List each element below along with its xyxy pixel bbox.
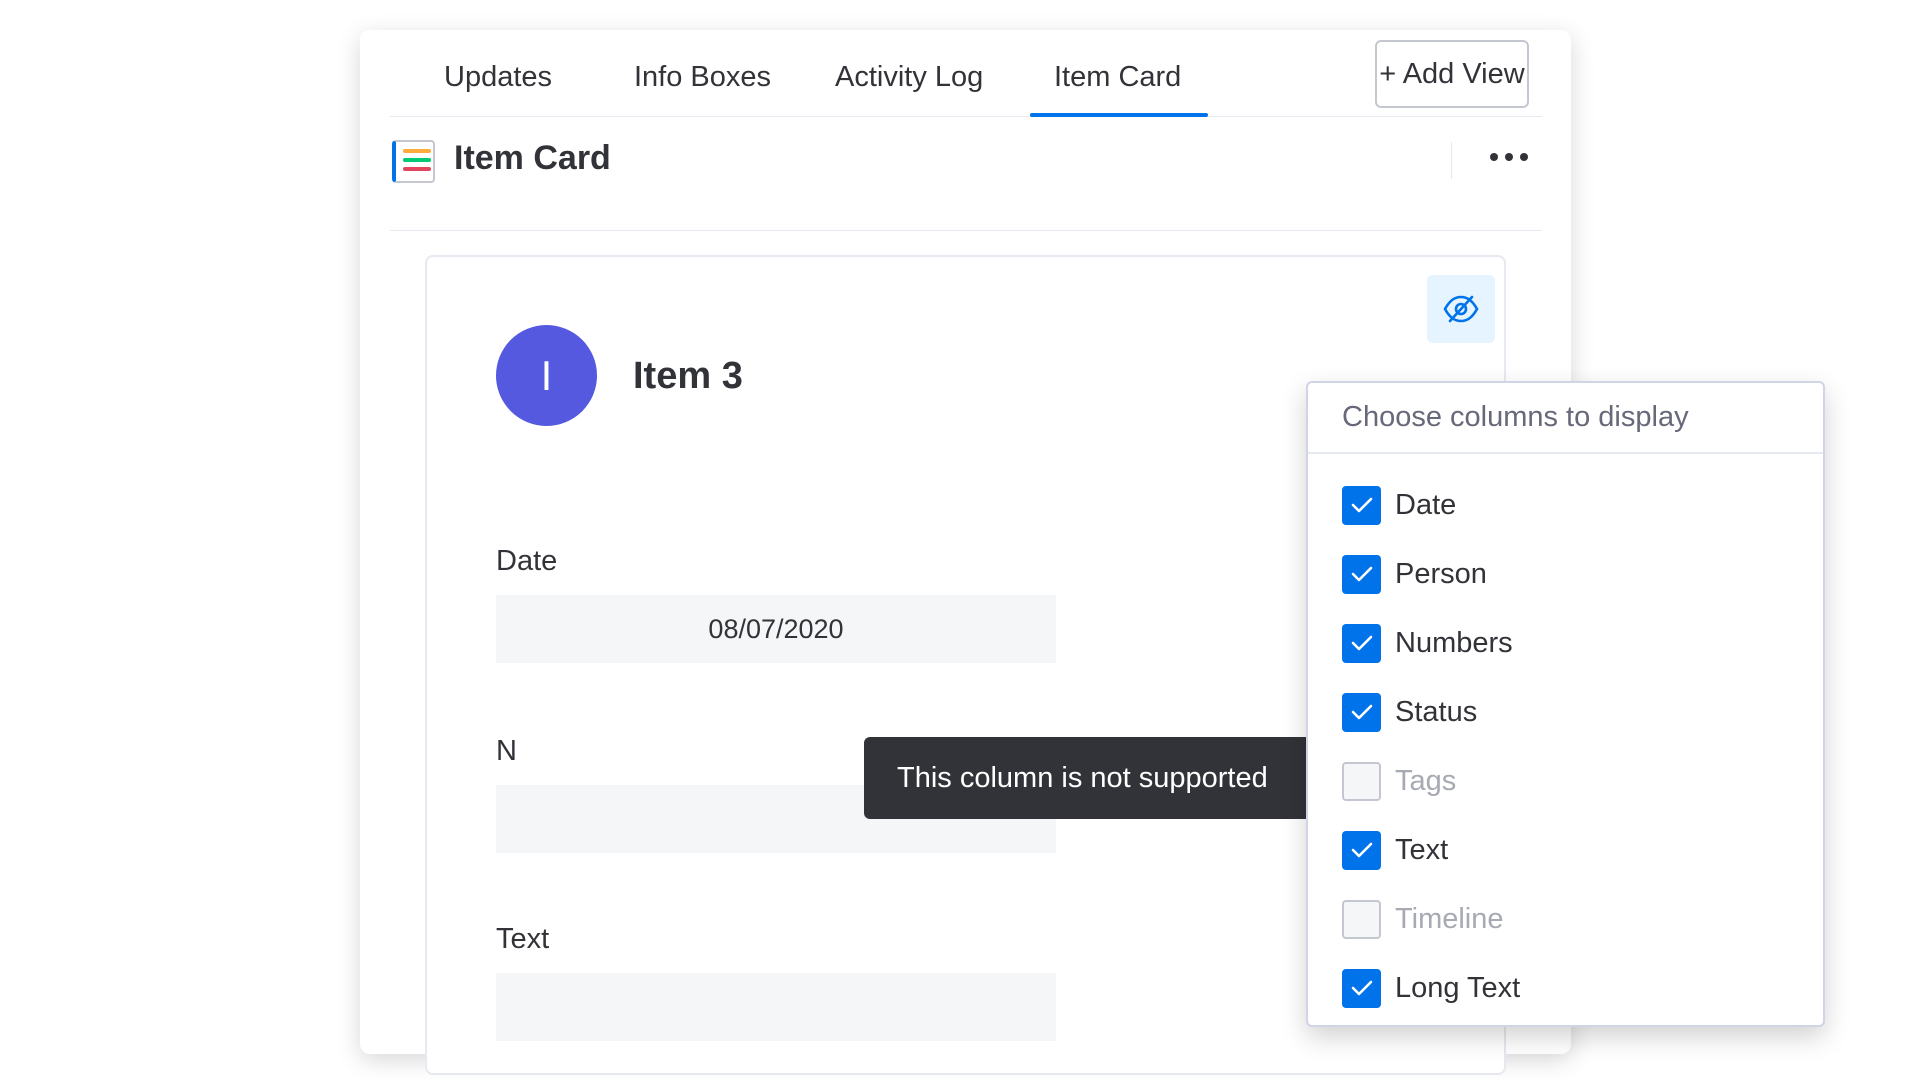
check-icon [1351,842,1372,858]
column-option-label: Tags [1395,764,1457,797]
column-option-label: Date [1395,488,1457,521]
tab-item-card[interactable]: Item Card [1054,61,1181,94]
text-field[interactable] [496,973,1056,1041]
column-option-tags: Tags [1342,761,1456,801]
add-view-button[interactable]: + Add View [1375,40,1529,108]
column-option-date[interactable]: Date [1342,485,1456,525]
item-panel: Updates Info Boxes Activity Log Item Car… [360,30,1825,1075]
date-field-label: Date [496,545,558,577]
column-option-label: Text [1395,833,1449,866]
check-icon [1351,704,1372,720]
checkbox-checked[interactable] [1342,968,1381,1008]
checkbox-disabled [1342,899,1381,939]
columns-dropdown: Choose columns to display Date Person Nu… [1306,381,1825,1027]
unsupported-column-tooltip: This column is not supported [864,737,1330,819]
column-option-timeline: Timeline [1342,899,1504,939]
checkbox-checked[interactable] [1342,554,1381,594]
view-header: Item Card [390,117,1542,231]
column-option-status[interactable]: Status [1342,692,1477,732]
dot-icon [1505,153,1513,161]
checkbox-checked[interactable] [1342,692,1381,732]
column-option-label: Numbers [1395,626,1513,659]
hide-columns-button[interactable] [1427,275,1495,343]
column-option-numbers[interactable]: Numbers [1342,623,1513,663]
item-name: Item 3 [633,355,743,397]
column-option-label: Long Text [1395,971,1521,1004]
checkbox-checked[interactable] [1342,830,1381,870]
check-icon [1351,566,1372,582]
more-options-button[interactable] [1485,137,1533,177]
column-option-label: Person [1395,557,1487,590]
dropdown-title: Choose columns to display [1308,383,1823,454]
checkbox-checked[interactable] [1342,623,1381,663]
dot-icon [1490,153,1498,161]
view-title: Item Card [454,139,611,177]
numbers-field-label: N [496,735,517,767]
avatar: I [496,325,597,426]
tooltip-text: This column is not supported [897,761,1268,794]
check-icon [1351,980,1372,996]
checkbox-disabled [1342,761,1381,801]
view-tabs: Updates Info Boxes Activity Log Item Car… [390,30,1542,117]
column-option-person[interactable]: Person [1342,554,1487,594]
tab-info-boxes[interactable]: Info Boxes [634,61,771,94]
column-option-text[interactable]: Text [1342,830,1448,870]
check-icon [1351,635,1372,651]
tab-updates[interactable]: Updates [444,61,552,94]
date-field[interactable]: 08/07/2020 [496,595,1056,663]
eye-off-icon [1443,295,1479,323]
column-option-long-text[interactable]: Long Text [1342,968,1520,1008]
dot-icon [1520,153,1528,161]
item-card-icon [392,140,435,183]
text-field-label: Text [496,923,550,955]
column-option-label: Timeline [1395,902,1504,935]
column-option-label: Status [1395,695,1478,728]
checkbox-checked[interactable] [1342,485,1381,525]
header-divider [1451,142,1452,179]
tab-activity-log[interactable]: Activity Log [835,61,983,94]
check-icon [1351,497,1372,513]
